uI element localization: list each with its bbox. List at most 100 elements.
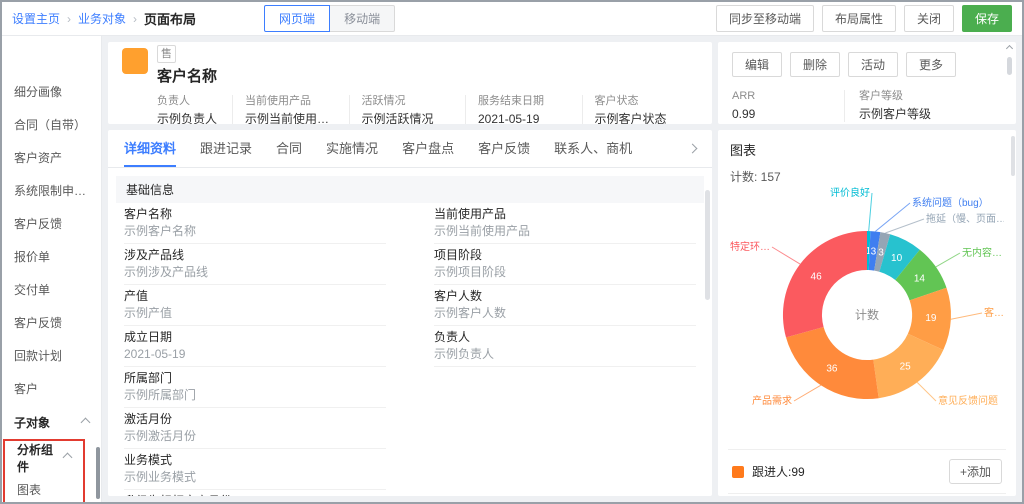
- field-label: 涉及产品线: [124, 248, 386, 263]
- panel-scrollbar[interactable]: [1011, 136, 1015, 176]
- summary-field: 负责人 示例负责人: [122, 95, 232, 124]
- field-label: 升级为标杆客户月份: [124, 494, 386, 496]
- tab-contacts-opportunities[interactable]: 联系人、商机: [554, 130, 632, 167]
- sidebar: 细分画像 合同（自带） 客户资产 系统限制申请明细 客户反馈 报价单 交付单 客…: [2, 36, 102, 502]
- detail-field: 激活月份 示例激活月份: [124, 408, 386, 449]
- field-value: 示例客户人数: [434, 306, 696, 321]
- tab-customer-review[interactable]: 客户盘点: [402, 130, 454, 167]
- svg-text:46: 46: [811, 271, 823, 282]
- detail-field: 当前使用产品 示例当前使用产品: [434, 203, 696, 244]
- customer-summary-card: 售 客户名称 负责人 示例负责人 当前使用产品 示例当前使用产品: [108, 42, 712, 124]
- sidebar-group-analysis-components[interactable]: 分析组件: [5, 441, 83, 474]
- svg-text:评价良好: 评价良好: [830, 187, 870, 199]
- record-field: 客户等级 示例客户等级: [844, 90, 1000, 122]
- tab-implementation[interactable]: 实施情况: [326, 130, 378, 167]
- field-label: 成立日期: [124, 330, 386, 345]
- sidebar-item[interactable]: 报价单: [2, 241, 101, 274]
- sidebar-item[interactable]: 细分画像: [2, 76, 101, 109]
- breadcrumb: 设置主页 业务对象 页面布局: [12, 9, 196, 28]
- sidebar-item[interactable]: 客户反馈: [2, 307, 101, 340]
- chevron-up-icon: [81, 418, 91, 428]
- detail-field: 负责人 示例负责人: [434, 326, 696, 367]
- field-label: 客户人数: [434, 289, 696, 304]
- sidebar-item[interactable]: 客户反馈: [2, 208, 101, 241]
- field-value: 示例负责人: [157, 112, 220, 124]
- field-value: 示例客户名称: [124, 224, 386, 239]
- sidebar-item[interactable]: 客户: [2, 373, 101, 406]
- top-bar: 设置主页 业务对象 页面布局 网页端 移动端 同步至移动端 布局属性 关闭 保存: [2, 2, 1022, 36]
- customer-icon: [122, 48, 148, 74]
- breadcrumb-item-business-objects[interactable]: 业务对象: [78, 10, 126, 27]
- tab-follow-records[interactable]: 跟进记录: [200, 130, 252, 167]
- delete-button[interactable]: 删除: [790, 52, 840, 77]
- breadcrumb-item-page-layout: 页面布局: [144, 9, 196, 28]
- customer-header-text: 售 客户名称: [157, 44, 217, 86]
- sidebar-item-chart[interactable]: 图表: [5, 474, 83, 502]
- summary-field: 当前使用产品 示例当前使用产品: [232, 95, 349, 124]
- close-button[interactable]: 关闭: [904, 5, 954, 32]
- activity-button[interactable]: 活动: [848, 52, 898, 77]
- field-label: 负责人: [157, 95, 220, 108]
- scrollbar-thumb[interactable]: [1007, 57, 1012, 75]
- detail-field: 项目阶段 示例项目阶段: [434, 244, 696, 285]
- sync-to-mobile-button[interactable]: 同步至移动端: [716, 5, 814, 32]
- svg-text:10: 10: [891, 253, 903, 264]
- breadcrumb-item-settings-home[interactable]: 设置主页: [12, 10, 60, 27]
- field-label: 所属部门: [124, 371, 386, 386]
- app-window: 设置主页 业务对象 页面布局 网页端 移动端 同步至移动端 布局属性 关闭 保存…: [0, 0, 1024, 504]
- sidebar-scrollbar[interactable]: [96, 447, 100, 499]
- svg-text:客…: 客…: [984, 306, 1004, 319]
- sidebar-group-subobjects[interactable]: 子对象: [2, 406, 101, 439]
- sidebar-item[interactable]: 系统限制申请明细: [2, 175, 101, 208]
- tab-detail-info[interactable]: 详细资料: [124, 130, 176, 167]
- tab-contract[interactable]: 合同: [276, 130, 302, 167]
- layout-properties-button[interactable]: 布局属性: [822, 5, 896, 32]
- summary-field: 活跃情况 示例活跃情况: [349, 95, 466, 124]
- tabs-scroll-right-icon[interactable]: [688, 144, 698, 154]
- edit-button[interactable]: 编辑: [732, 52, 782, 77]
- card-scrollbar[interactable]: [1004, 46, 1014, 120]
- follower-count-label: 跟进人:99: [752, 463, 805, 480]
- tab-customer-feedback[interactable]: 客户反馈: [478, 130, 530, 167]
- sidebar-item[interactable]: 交付单: [2, 274, 101, 307]
- field-value: 示例涉及产品线: [124, 265, 386, 280]
- sidebar-item[interactable]: 客户资产: [2, 142, 101, 175]
- content-row: 详细资料 跟进记录 合同 实施情况 客户盘点 客户反馈 联系人、商机 基础信息: [108, 130, 1016, 496]
- field-label: 项目阶段: [434, 248, 696, 263]
- sidebar-item[interactable]: 合同（自带）: [2, 109, 101, 142]
- record-actions: 编辑 删除 活动 更多: [732, 52, 1000, 77]
- customer-tag: 售: [157, 45, 176, 63]
- field-label: ARR: [732, 90, 844, 103]
- sidebar-group-label: 分析组件: [17, 441, 64, 475]
- save-button[interactable]: 保存: [962, 5, 1012, 32]
- field-value: 示例产值: [124, 306, 386, 321]
- section-header-basic-info: 基础信息: [116, 176, 704, 203]
- field-label: 客户名称: [124, 207, 386, 222]
- field-label: 当前使用产品: [245, 95, 337, 108]
- field-label: 产值: [124, 289, 386, 304]
- more-button[interactable]: 更多: [906, 52, 956, 77]
- detail-field: 所属部门 示例所属部门: [124, 367, 386, 408]
- view-switch: 网页端 移动端: [264, 5, 395, 32]
- detail-field: 业务模式 示例业务模式: [124, 449, 386, 490]
- main-content: 售 客户名称 负责人 示例负责人 当前使用产品 示例当前使用产品: [102, 36, 1022, 502]
- summary-row: 售 客户名称 负责人 示例负责人 当前使用产品 示例当前使用产品: [108, 42, 1016, 124]
- chart-count-label: 计数: 157: [730, 168, 1004, 185]
- detail-scrollbar[interactable]: [705, 190, 710, 300]
- tab-web-view[interactable]: 网页端: [264, 5, 330, 32]
- add-button[interactable]: +添加: [949, 459, 1002, 484]
- field-value: 示例激活月份: [124, 429, 386, 444]
- detail-card: 详细资料 跟进记录 合同 实施情况 客户盘点 客户反馈 联系人、商机 基础信息: [108, 130, 712, 496]
- field-label: 客户状态: [595, 95, 687, 108]
- field-value: 示例项目阶段: [434, 265, 696, 280]
- user-row[interactable]: 头 用户名 示例客户负责人: [730, 494, 1004, 496]
- record-fields: ARR 0.99 客户等级 示例客户等级: [732, 90, 1000, 122]
- field-value: 2021-05-19: [124, 347, 386, 362]
- scroll-up-icon[interactable]: [1005, 45, 1012, 52]
- chart-panel: 图表 计数: 157 1评价良好3系统问题（bug）3拖延（慢、页面…1014无…: [718, 130, 1016, 496]
- tab-mobile-view[interactable]: 移动端: [329, 5, 395, 32]
- donut-chart[interactable]: 1评价良好3系统问题（bug）3拖延（慢、页面…1014无内容…19客…25意见…: [730, 187, 1004, 449]
- sidebar-item[interactable]: 回款计划: [2, 340, 101, 373]
- svg-text:产品需求: 产品需求: [752, 394, 792, 407]
- customer-name-title: 客户名称: [157, 65, 217, 86]
